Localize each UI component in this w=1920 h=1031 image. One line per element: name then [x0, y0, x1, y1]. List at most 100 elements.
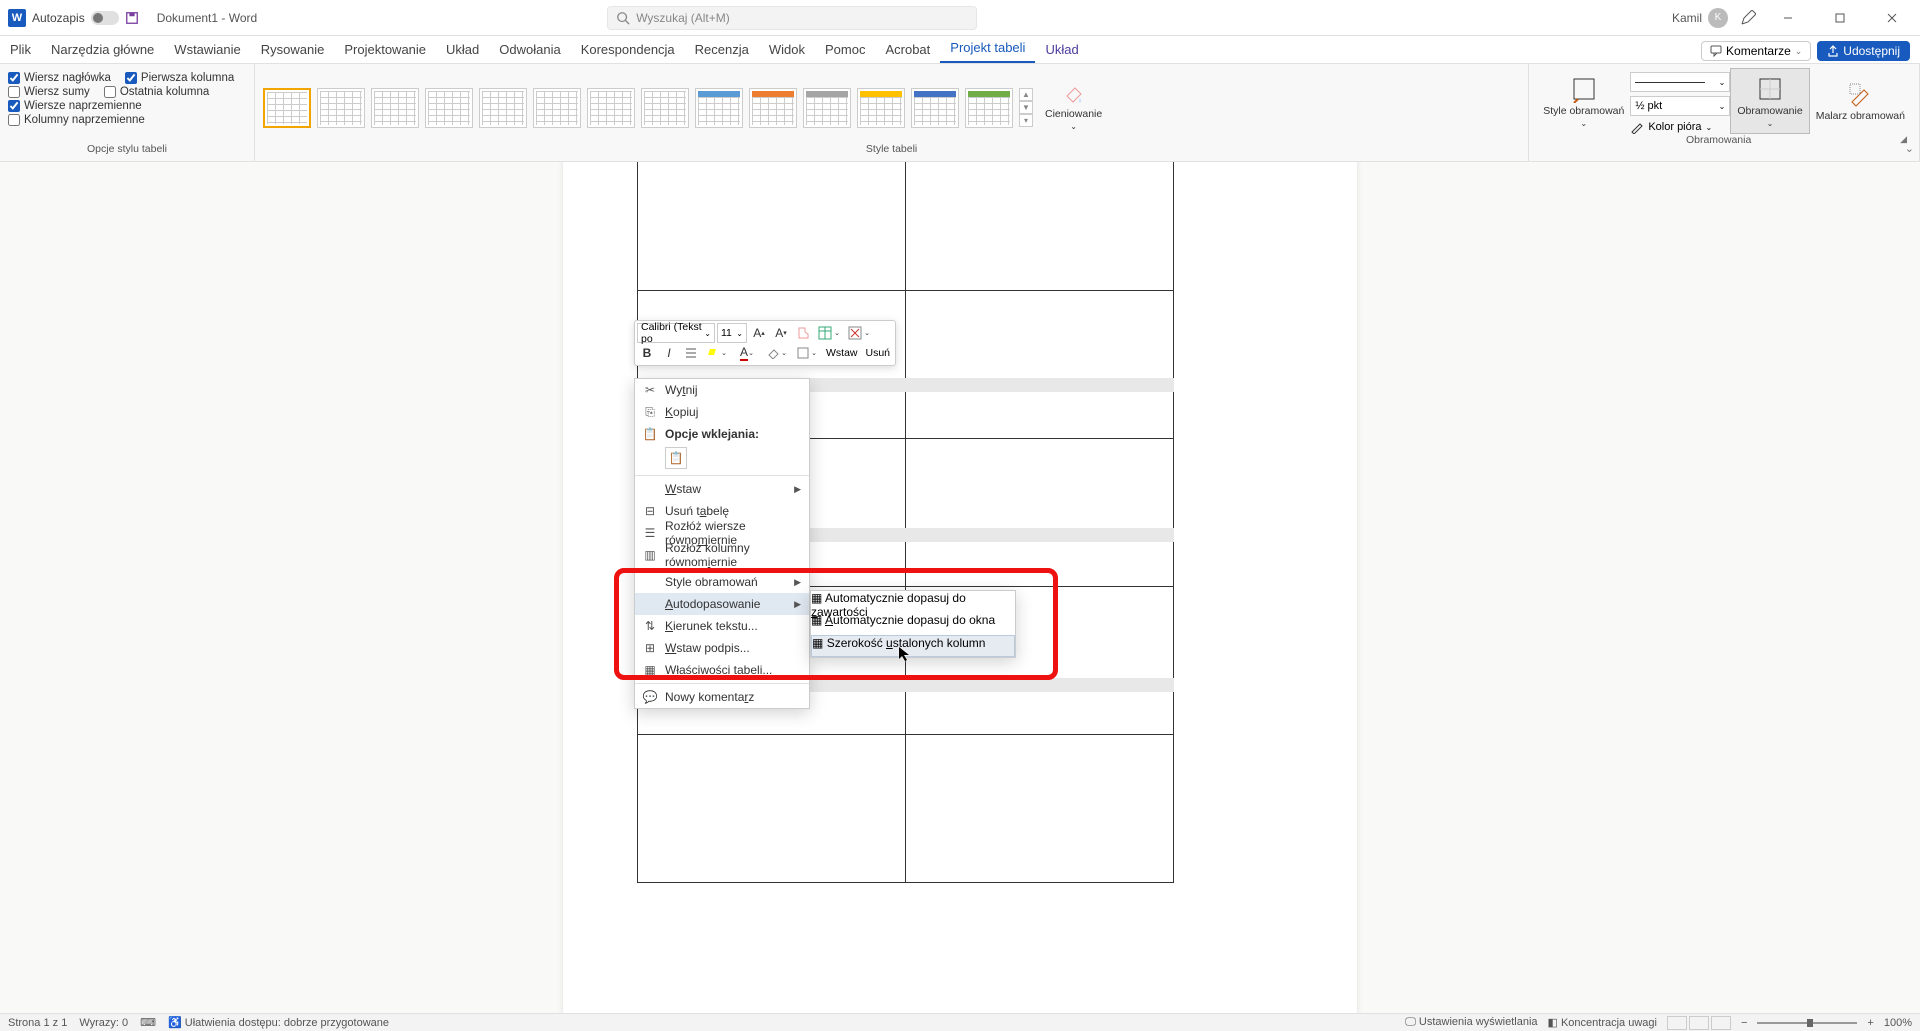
table-style-thumb[interactable]: [803, 88, 851, 128]
total-row-checkbox[interactable]: Wiersz sumy: [8, 86, 90, 98]
highlight-button[interactable]: ⌄: [703, 343, 731, 363]
table-style-thumb[interactable]: [857, 88, 905, 128]
view-read-mode[interactable]: [1667, 1016, 1687, 1030]
user-account[interactable]: Kamil K: [1672, 8, 1728, 28]
close-button[interactable]: [1872, 0, 1912, 36]
table-style-thumb[interactable]: [695, 88, 743, 128]
sm-autofit-window[interactable]: ▦ Automatycznie dopasuj do okna: [811, 613, 1015, 635]
table-style-thumb[interactable]: [425, 88, 473, 128]
autosave-toggle[interactable]: [91, 11, 119, 25]
tab-korespondencja[interactable]: Korespondencja: [571, 38, 685, 63]
save-icon[interactable]: [125, 11, 139, 25]
zoom-slider[interactable]: [1757, 1022, 1857, 1024]
minimize-button[interactable]: [1768, 0, 1808, 36]
autosave-label: Autozapis: [32, 11, 85, 25]
tab-projekt-tabeli[interactable]: Projekt tabeli: [940, 36, 1035, 63]
banded-columns-checkbox[interactable]: Kolumny naprzemienne: [8, 114, 145, 126]
view-print-layout[interactable]: [1689, 1016, 1709, 1030]
align-button[interactable]: [681, 343, 701, 363]
tab-uklad[interactable]: Układ: [436, 38, 489, 63]
border-width-select[interactable]: ½ pkt⌄: [1630, 96, 1730, 116]
tab-narzedzia-glowne[interactable]: Narzędzia główne: [41, 38, 164, 63]
tab-pomoc[interactable]: Pomoc: [815, 38, 875, 63]
cm-autofit[interactable]: Autodopasowanie ▶: [635, 593, 809, 615]
sm-autofit-contents[interactable]: ▦ Automatycznie dopasuj do zawartości: [811, 591, 1015, 613]
tab-plik[interactable]: Plik: [0, 38, 41, 63]
banded-rows-checkbox[interactable]: Wiersze naprzemienne: [8, 100, 142, 112]
italic-button[interactable]: I: [659, 343, 679, 363]
sm-fixed-column-width[interactable]: ▦ Szerokość ustalonych kolumn: [811, 635, 1015, 657]
pen-color-button[interactable]: Kolor pióra⌄: [1630, 120, 1730, 134]
font-name-select[interactable]: Calibri (Tekst po⌄: [637, 323, 715, 343]
search-box[interactable]: Wyszukaj (Alt+M): [607, 6, 977, 30]
tab-recenzja[interactable]: Recenzja: [685, 38, 759, 63]
table-style-thumb[interactable]: [371, 88, 419, 128]
table-insert-icon[interactable]: ⌄: [815, 323, 843, 343]
cm-insert-caption[interactable]: ⊞ Wstaw podpis...: [635, 637, 809, 659]
table-style-thumb[interactable]: [317, 88, 365, 128]
editing-mode-icon[interactable]: [1740, 10, 1756, 26]
table-style-thumb[interactable]: [911, 88, 959, 128]
cm-border-styles[interactable]: Style obramowań ▶: [635, 571, 809, 593]
tab-wstawianie[interactable]: Wstawianie: [164, 38, 250, 63]
cm-table-properties[interactable]: ▦ Właściwości tabeli...: [635, 659, 809, 681]
font-color-button[interactable]: A⌄: [733, 343, 761, 363]
view-web-layout[interactable]: [1711, 1016, 1731, 1030]
cm-paste-option[interactable]: 📋: [635, 445, 809, 473]
table-style-thumb[interactable]: [587, 88, 635, 128]
zoom-in-button[interactable]: +: [1867, 1017, 1873, 1029]
tab-widok[interactable]: Widok: [759, 38, 815, 63]
increase-font-icon[interactable]: A▴: [749, 323, 769, 343]
bold-button[interactable]: B: [637, 343, 657, 363]
borders-button[interactable]: Obramowanie ⌄: [1730, 68, 1809, 134]
insert-mini-button[interactable]: Wstaw: [823, 347, 861, 359]
share-button[interactable]: Udostępnij: [1817, 41, 1910, 61]
cm-new-comment[interactable]: 💬 Nowy komentarz: [635, 686, 809, 708]
status-words[interactable]: Wyrazy: 0: [79, 1017, 128, 1029]
status-lang-icon[interactable]: ⌨: [140, 1016, 156, 1029]
zoom-out-button[interactable]: −: [1741, 1017, 1747, 1029]
tab-rysowanie[interactable]: Rysowanie: [251, 38, 335, 63]
shading-button[interactable]: Cieniowanie ⌄: [1039, 80, 1108, 135]
cm-copy[interactable]: ⎘ Kopiuj: [635, 401, 809, 423]
maximize-button[interactable]: [1820, 0, 1860, 36]
delete-mini-button[interactable]: Usuń: [863, 347, 894, 359]
caption-icon: ⊞: [643, 641, 657, 655]
cm-text-direction[interactable]: ⇅ Kierunek tekstu...: [635, 615, 809, 637]
zoom-level[interactable]: 100%: [1884, 1017, 1912, 1029]
shading-mini-button[interactable]: ⌄: [763, 343, 791, 363]
cm-distribute-cols[interactable]: ▥ Rozłóż kolumny równomiernie: [635, 544, 809, 566]
tab-odwolania[interactable]: Odwołania: [489, 38, 570, 63]
first-column-checkbox[interactable]: Pierwsza kolumna: [125, 72, 234, 84]
status-accessibility[interactable]: ♿ Ułatwienia dostępu: dobrze przygotowan…: [168, 1016, 389, 1029]
status-page[interactable]: Strona 1 z 1: [8, 1017, 67, 1029]
decrease-font-icon[interactable]: A▾: [771, 323, 791, 343]
table-style-thumb[interactable]: [749, 88, 797, 128]
border-line-style-select[interactable]: ⌄: [1630, 72, 1730, 92]
header-row-checkbox[interactable]: Wiersz nagłówka: [8, 72, 111, 84]
ribbon-collapse-button[interactable]: ⌄: [1905, 142, 1914, 155]
border-painter-button[interactable]: Malarz obramowań: [1810, 68, 1911, 134]
table-style-thumb[interactable]: [479, 88, 527, 128]
table-style-thumb[interactable]: [965, 88, 1013, 128]
table-delete-icon[interactable]: ⌄: [845, 323, 873, 343]
borders-mini-button[interactable]: ⌄: [793, 343, 821, 363]
table-props-icon: ▦: [643, 663, 657, 677]
format-painter-icon[interactable]: [793, 323, 813, 343]
border-styles-button[interactable]: Style obramowań ⌄: [1537, 68, 1630, 134]
comments-button[interactable]: Komentarze ⌄: [1701, 41, 1811, 61]
tab-projektowanie[interactable]: Projektowanie: [334, 38, 436, 63]
cm-insert[interactable]: Wstaw ▶: [635, 478, 809, 500]
table-style-thumb[interactable]: [263, 88, 311, 128]
last-column-checkbox[interactable]: Ostatnia kolumna: [104, 86, 210, 98]
tab-acrobat[interactable]: Acrobat: [875, 38, 940, 63]
gallery-scroll[interactable]: ▲▼▾: [1019, 88, 1033, 127]
font-size-select[interactable]: 11⌄: [717, 323, 747, 343]
table-style-thumb[interactable]: [641, 88, 689, 128]
view-mode-buttons: [1667, 1016, 1731, 1030]
tab-uklad-tabeli[interactable]: Układ: [1035, 38, 1088, 63]
table-style-thumb[interactable]: [533, 88, 581, 128]
focus-mode-button[interactable]: ◧ Koncentracja uwagi: [1548, 1016, 1657, 1029]
display-settings-button[interactable]: 🖵 Ustawienia wyświetlania: [1405, 1016, 1537, 1029]
cm-cut[interactable]: ✂ Wytnij: [635, 379, 809, 401]
